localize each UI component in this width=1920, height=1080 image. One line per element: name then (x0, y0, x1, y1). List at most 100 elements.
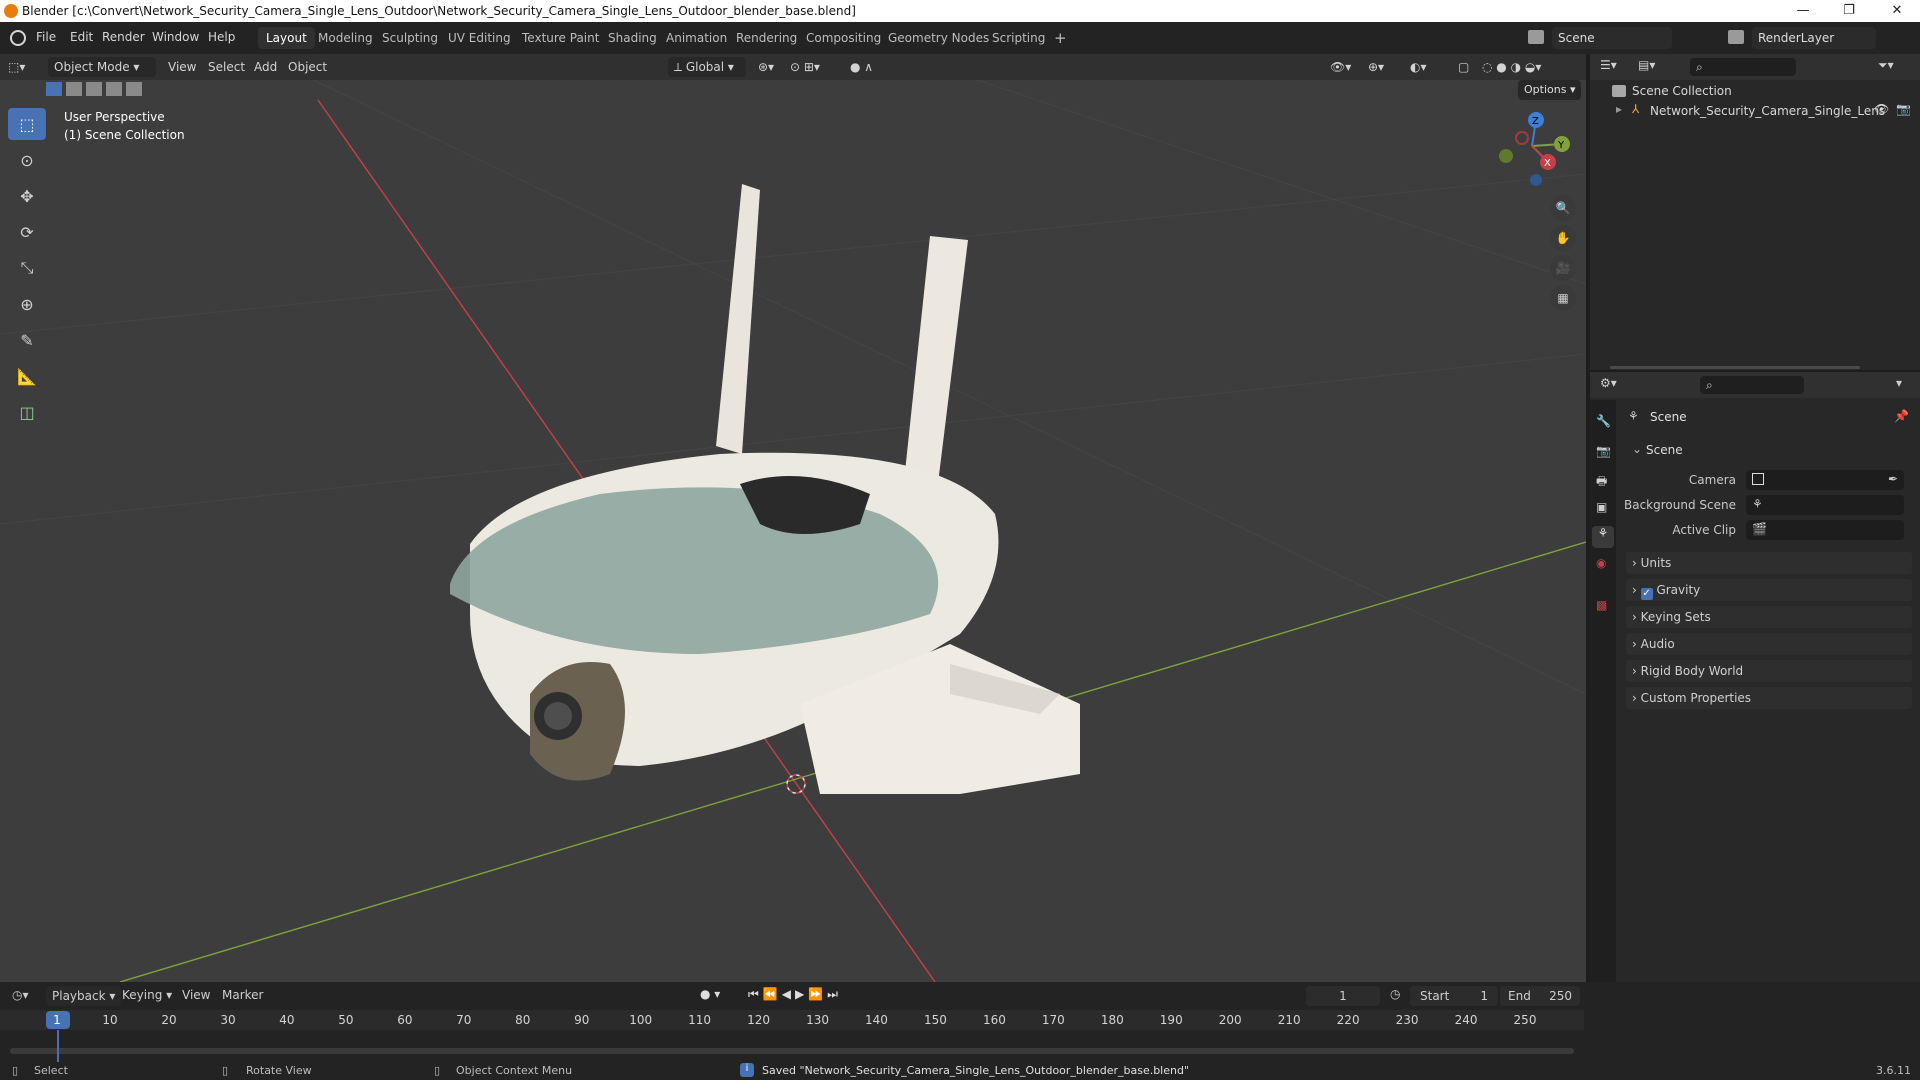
snap-icon[interactable]: ⊙ ⊞▾ (790, 57, 820, 77)
minimize-button[interactable]: — (1780, 0, 1826, 22)
tab-texture-paint[interactable]: Texture Paint (514, 27, 607, 49)
camera-field[interactable]: ✒ (1746, 470, 1904, 490)
transform-tool[interactable]: ⊕ (8, 288, 46, 320)
transform-orientation-dropdown[interactable]: ⟂ Global ▾ (668, 57, 746, 77)
render-tab-icon[interactable]: 📷 (1596, 444, 1611, 458)
outliner-scrollbar[interactable] (1610, 366, 1860, 369)
world-tab-icon[interactable]: ◉ (1596, 556, 1606, 570)
menu-file[interactable]: File (36, 30, 56, 44)
playhead-line[interactable] (57, 1030, 59, 1064)
tab-rendering[interactable]: Rendering (728, 27, 805, 49)
measure-tool[interactable]: 📐 (8, 360, 46, 392)
menu-object[interactable]: Object (288, 57, 327, 77)
tab-layout[interactable]: Layout (258, 27, 315, 49)
select-intersect-icon[interactable] (126, 82, 142, 96)
blender-menu-icon[interactable] (10, 30, 26, 46)
timeline-editor-type-icon[interactable]: ◷▾ (12, 988, 29, 1002)
menu-edit[interactable]: Edit (70, 30, 93, 44)
tab-modeling[interactable]: Modeling (310, 27, 381, 49)
camera-view-icon[interactable]: 🎥 (1550, 255, 1576, 281)
active-clip-field[interactable]: 🎬 (1746, 520, 1904, 540)
overlays-icon[interactable]: ◐▾ (1410, 57, 1427, 77)
tab-animation[interactable]: Animation (658, 27, 735, 49)
render-camera-icon[interactable]: 📷 (1896, 102, 1911, 116)
proportional-edit-icon[interactable]: ● ∧ (850, 57, 873, 77)
annotate-tool[interactable]: ✎ (8, 324, 46, 356)
texture-tab-icon[interactable]: ▩ (1596, 598, 1607, 612)
editor-type-button[interactable]: ⬚▾ (8, 57, 38, 77)
menu-help[interactable]: Help (208, 30, 235, 44)
keying-sets-panel[interactable]: › Keying Sets (1626, 606, 1912, 628)
filter-icon[interactable]: ⏷▾ (1878, 58, 1894, 73)
start-frame-field[interactable]: Start 1 (1410, 986, 1498, 1006)
tab-sculpting[interactable]: Sculpting (374, 27, 446, 49)
eye-visibility-icon[interactable]: 👁 (1874, 102, 1889, 116)
select-extend-icon[interactable] (66, 82, 82, 96)
outliner-editor-type-icon[interactable]: ☰▾ (1600, 58, 1617, 72)
audio-panel[interactable]: › Audio (1626, 633, 1912, 655)
tab-shading[interactable]: Shading (600, 27, 665, 49)
view-layer-tab-icon[interactable]: ▣ (1596, 500, 1607, 514)
select-subtract-icon[interactable] (86, 82, 102, 96)
xray-icon[interactable]: ▢ (1458, 57, 1469, 77)
properties-editor-type-icon[interactable]: ⚙▾ (1600, 376, 1617, 390)
menu-view[interactable]: View (168, 57, 196, 77)
outliner-item-camera[interactable]: Network_Security_Camera_Single_Lens (1650, 104, 1885, 118)
move-tool[interactable]: ✥ (8, 180, 46, 212)
units-panel[interactable]: › Units (1626, 552, 1912, 574)
menu-add[interactable]: Add (254, 57, 277, 77)
gravity-panel[interactable]: › ✓ Gravity (1626, 579, 1912, 601)
marker-menu[interactable]: Marker (222, 988, 263, 1002)
scene-selector-icon[interactable] (1528, 30, 1544, 44)
navigation-gizmo[interactable]: Z Y X (1492, 110, 1572, 190)
tool-tab-icon[interactable]: 🔧 (1596, 414, 1611, 428)
tab-compositing[interactable]: Compositing (798, 27, 889, 49)
options-dropdown[interactable]: Options ▾ (1518, 80, 1582, 100)
collapse-arrow-icon[interactable]: ⌄ (1632, 442, 1642, 456)
scale-tool[interactable]: ⤡ (8, 252, 46, 284)
display-mode-icon[interactable]: ▤▾ (1638, 58, 1655, 72)
add-cube-tool[interactable]: ◫ (8, 396, 46, 428)
view-layer-field[interactable]: RenderLayer (1752, 27, 1876, 49)
shading-modes[interactable]: ◌ ● ◑ ◒▾ (1482, 57, 1541, 77)
tab-uv-editing[interactable]: UV Editing (440, 27, 519, 49)
ortho-toggle-icon[interactable]: ▦ (1550, 285, 1576, 311)
scene-tab-icon[interactable]: ⚘ (1592, 526, 1614, 548)
menu-select[interactable]: Select (208, 57, 245, 77)
view-layer-icon[interactable] (1728, 30, 1744, 44)
gravity-checkbox[interactable]: ✓ (1640, 588, 1653, 600)
timeline-scrollbar[interactable] (10, 1048, 1574, 1054)
background-scene-field[interactable]: ⚘ (1746, 495, 1904, 515)
outliner-search-field[interactable]: ⌕ (1690, 58, 1796, 76)
rigid-body-world-panel[interactable]: › Rigid Body World (1626, 660, 1912, 682)
visibility-icon[interactable]: 👁▾ (1330, 57, 1351, 77)
pin-icon[interactable]: 📌 (1894, 409, 1909, 423)
3d-viewport[interactable] (0, 54, 1586, 982)
select-box-tool[interactable]: ⬚ (8, 108, 46, 140)
eyedropper-icon[interactable]: ✒ (1888, 472, 1898, 486)
close-button[interactable]: ✕ (1874, 0, 1920, 22)
object-mode-dropdown[interactable]: Object Mode ▾ (48, 57, 156, 77)
properties-options-icon[interactable]: ▾ (1896, 376, 1902, 390)
security-camera-model[interactable] (450, 184, 1080, 794)
expand-arrow-icon[interactable]: ▸ (1616, 102, 1622, 116)
gizmo-toggle-icon[interactable]: ⊕▾ (1368, 57, 1384, 77)
maximize-button[interactable]: ❐ (1826, 0, 1872, 22)
timeline-view-menu[interactable]: View (182, 988, 210, 1002)
scene-section-header[interactable]: Scene (1646, 443, 1683, 457)
end-frame-field[interactable]: End 250 (1500, 986, 1580, 1006)
keying-menu[interactable]: Keying ▾ (122, 988, 172, 1002)
scene-name-field[interactable]: Scene (1552, 27, 1672, 49)
tab-scripting[interactable]: Scripting (984, 27, 1053, 49)
menu-window[interactable]: Window (152, 30, 199, 44)
pan-hand-icon[interactable]: ✋ (1550, 225, 1576, 251)
playback-menu[interactable]: Playback ▾ (46, 986, 122, 1006)
cursor-tool[interactable]: ⊙ (8, 144, 46, 176)
zoom-icon[interactable]: 🔍 (1550, 195, 1576, 221)
current-frame-field[interactable]: 1 (1306, 986, 1380, 1006)
preview-range-icon[interactable]: ◷ (1390, 987, 1400, 1001)
playback-controls[interactable]: ⏮⏪◀▶⏩⏭ (748, 987, 842, 1002)
record-button[interactable]: ● ▾ (700, 987, 720, 1001)
tab-geometry-nodes[interactable]: Geometry Nodes (880, 27, 997, 49)
select-invert-icon[interactable] (106, 82, 122, 96)
